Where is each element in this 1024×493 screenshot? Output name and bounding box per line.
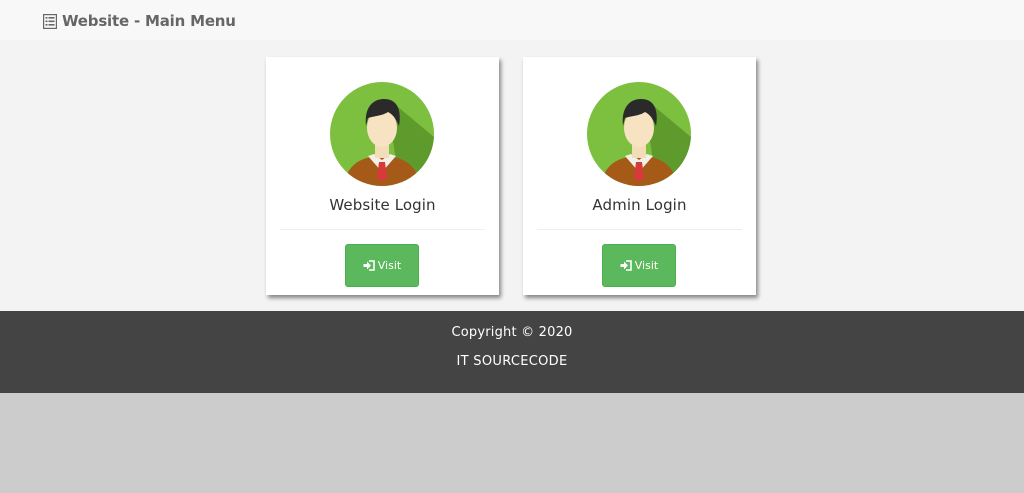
visit-button-label: Visit — [634, 259, 659, 272]
navbar: Website - Main Menu — [0, 0, 1024, 40]
navbar-brand-link[interactable]: Website - Main Menu — [43, 11, 236, 31]
navbar-brand-label: Website - Main Menu — [62, 12, 236, 30]
footer-copyright: Copyright © 2020 — [451, 325, 573, 340]
website-login-card: Website Login Visit — [266, 57, 499, 295]
sign-in-icon — [363, 260, 375, 271]
footer: Copyright © 2020 IT SOURCECODE — [0, 311, 1024, 393]
card-title: Website Login — [329, 196, 436, 214]
user-avatar-icon — [587, 82, 691, 186]
list-alt-icon — [43, 13, 57, 29]
main-content — [0, 40, 1024, 311]
visit-button-label: Visit — [377, 259, 402, 272]
user-avatar-icon — [330, 82, 434, 186]
admin-visit-button[interactable]: Visit — [602, 244, 676, 287]
card-title: Admin Login — [592, 196, 687, 214]
divider — [280, 229, 485, 230]
divider — [537, 229, 742, 230]
website-visit-button[interactable]: Visit — [345, 244, 419, 287]
footer-company: IT SOURCECODE — [456, 354, 568, 369]
sign-in-icon — [620, 260, 632, 271]
admin-login-card: Admin Login Visit — [523, 57, 756, 295]
page-background — [0, 393, 1024, 493]
